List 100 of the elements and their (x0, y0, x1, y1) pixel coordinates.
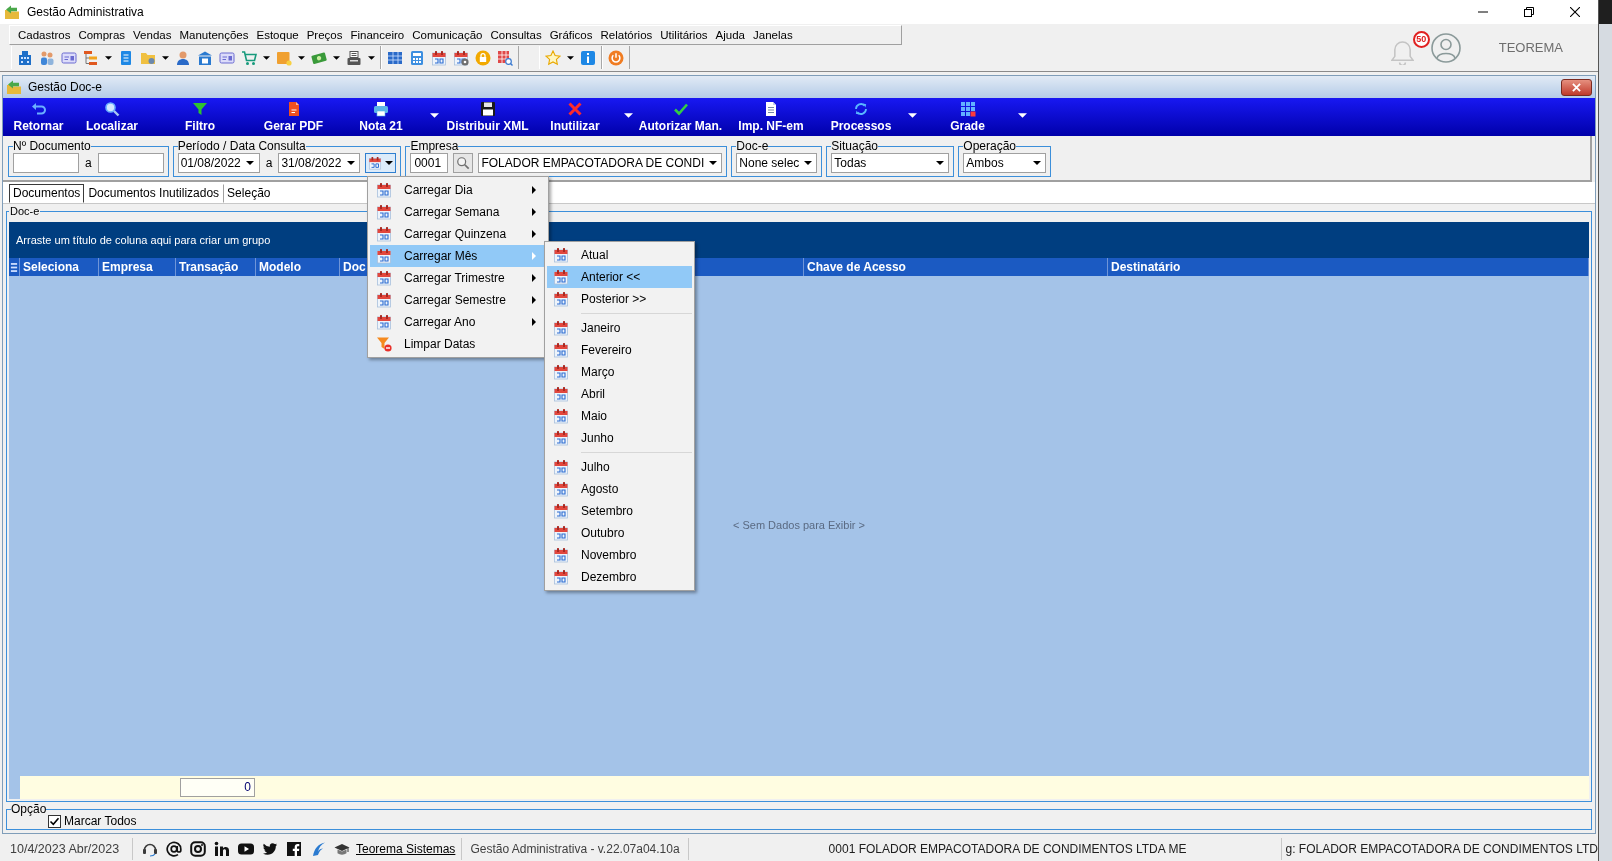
toolbar-button[interactable]: Distribuir XML (444, 98, 531, 136)
menu-item[interactable]: Limpar Datas (370, 333, 546, 355)
menu-item[interactable]: Novembro (547, 544, 692, 566)
toolbar-button[interactable]: Grade (922, 98, 1013, 136)
table-search-icon[interactable] (497, 49, 513, 66)
bars-icon[interactable] (10, 261, 18, 273)
menu-item[interactable]: Maio (547, 405, 692, 427)
menu-item[interactable]: Utilitários (656, 27, 712, 43)
spreadsheet-icon[interactable] (387, 49, 403, 66)
people-icon[interactable] (39, 49, 55, 66)
caret-icon[interactable] (908, 112, 917, 118)
power-icon[interactable] (608, 49, 624, 66)
status-dropdown[interactable]: Todas (831, 153, 950, 173)
menu-item[interactable]: Posterior >> (547, 288, 692, 310)
toolbar-button[interactable]: Nota 21 (337, 98, 425, 136)
at-sign-icon[interactable] (166, 840, 182, 857)
menu-item[interactable]: Cadastros (14, 27, 75, 43)
menu-item[interactable]: Carregar Trimestre (370, 267, 546, 289)
menu-item[interactable]: Julho (547, 456, 692, 478)
twitter-icon[interactable] (262, 840, 278, 857)
operation-dropdown[interactable]: Ambos (963, 153, 1047, 173)
caret-icon[interactable] (430, 112, 439, 118)
menu-item[interactable]: Ajuda (711, 27, 749, 43)
star-icon[interactable] (545, 49, 561, 66)
menu-item[interactable]: Comunicação (408, 27, 487, 43)
website-link[interactable]: Teorema Sistemas (356, 841, 462, 856)
menu-item[interactable]: Março (547, 361, 692, 383)
menu-item[interactable]: Carregar Ano (370, 311, 546, 333)
cash-register-icon[interactable] (346, 49, 362, 66)
menu-item[interactable]: Relatórios (596, 27, 657, 43)
menu-item[interactable]: Anterior << (547, 266, 692, 288)
hierarchy-icon[interactable] (83, 49, 99, 66)
calendar-dropdown-button[interactable] (365, 153, 397, 173)
menu-item[interactable]: Carregar Semestre (370, 289, 546, 311)
caret-icon[interactable] (567, 55, 574, 60)
menu-item[interactable]: Carregar Mês (370, 245, 546, 267)
menu-item[interactable]: Setembro (547, 500, 692, 522)
toolbar-button[interactable]: Filtro (150, 98, 250, 136)
facebook-icon[interactable] (286, 840, 302, 857)
info-icon[interactable] (580, 49, 596, 66)
person-icon[interactable] (175, 49, 191, 66)
calendar-icon[interactable] (431, 49, 447, 66)
bank-icon[interactable] (197, 49, 213, 66)
menu-item[interactable]: Gráficos (545, 27, 597, 43)
toolbar-button[interactable]: Inutilizar (531, 98, 619, 136)
menu-item[interactable]: Estoque (252, 27, 303, 43)
caret-icon[interactable] (105, 55, 112, 60)
menu-item[interactable]: Vendas (129, 27, 176, 43)
date-field[interactable]: 01/08/2022 (177, 153, 260, 173)
calculator-icon[interactable] (409, 49, 425, 66)
close-icon[interactable] (1570, 7, 1580, 17)
menu-item[interactable]: Agosto (547, 478, 692, 500)
caret-icon[interactable] (1018, 112, 1027, 118)
company-dropdown[interactable]: FOLADOR EMPACOTADORA DE CONDI (478, 153, 723, 173)
toolbar-button[interactable]: Localizar (74, 98, 150, 136)
building-icon[interactable] (17, 49, 33, 66)
toolbar-button[interactable]: Imp. NF-em (723, 98, 819, 136)
caret-icon[interactable] (624, 112, 633, 118)
date-field[interactable]: 31/08/2022 (278, 153, 361, 173)
swoosh-logo-icon[interactable] (310, 840, 326, 857)
caret-icon[interactable] (368, 55, 375, 60)
menu-item[interactable]: Financeiro (346, 27, 409, 43)
toolbar-button[interactable]: Autorizar Man. (638, 98, 723, 136)
linkedin-icon[interactable] (214, 840, 230, 857)
document-number-field[interactable] (13, 153, 79, 173)
menu-item[interactable]: Manutenções (175, 27, 253, 43)
menu-item[interactable]: Outubro (547, 522, 692, 544)
menu-item[interactable]: Janelas (749, 27, 797, 43)
caret-icon[interactable] (298, 55, 305, 60)
menu-item[interactable]: Janeiro (547, 317, 692, 339)
menu-item[interactable]: Carregar Dia (370, 179, 546, 201)
menu-item[interactable]: Abril (547, 383, 692, 405)
restore-icon[interactable] (1524, 7, 1534, 17)
document-number-field[interactable] (97, 153, 164, 173)
toolbar-button[interactable]: Retornar (3, 98, 74, 136)
search-button[interactable] (453, 153, 474, 173)
menu-item[interactable]: Fevereiro (547, 339, 692, 361)
menu-item[interactable]: Carregar Quinzena (370, 223, 546, 245)
instagram-icon[interactable] (190, 840, 206, 857)
checkbox[interactable] (48, 815, 61, 828)
calendar-gear-icon[interactable] (453, 49, 469, 66)
company-code-field[interactable]: 0001 (410, 153, 449, 173)
menu-item[interactable]: Compras (74, 27, 130, 43)
caret-icon[interactable] (263, 55, 270, 60)
menu-item[interactable]: Consultas (486, 27, 546, 43)
document-icon[interactable] (118, 49, 134, 66)
caret-icon[interactable] (162, 55, 169, 60)
document-type-dropdown[interactable]: None selec (736, 153, 818, 173)
close-button[interactable] (1561, 78, 1592, 96)
cart-icon[interactable] (241, 49, 257, 66)
tab[interactable]: Documentos Inutilizados (84, 184, 224, 203)
tab[interactable]: Documentos (9, 184, 85, 203)
toolbar-button[interactable]: Processos (819, 98, 903, 136)
menu-item[interactable]: Preços (302, 27, 347, 43)
menu-item[interactable]: Atual (547, 244, 692, 266)
id-card-icon[interactable] (61, 49, 77, 66)
menu-item[interactable]: Dezembro (547, 566, 692, 588)
toolbar-button[interactable]: Gerar PDF (250, 98, 337, 136)
tab[interactable]: Seleção (223, 184, 275, 203)
menu-item[interactable]: Junho (547, 427, 692, 449)
